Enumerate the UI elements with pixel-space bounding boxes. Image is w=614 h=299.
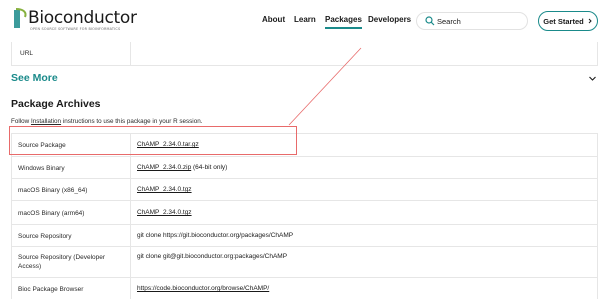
instructions-text-before: Follow <box>11 118 31 125</box>
search-box[interactable] <box>416 12 528 30</box>
archive-row-label: Windows Binary <box>18 165 65 172</box>
archive-row-label: Source Repository (Developer Access) <box>18 254 106 270</box>
archive-row-label: Source Repository <box>18 233 72 240</box>
details-row-url: URL <box>11 42 598 66</box>
archives-table: Source Package ChAMP_2.34.0.tar.gz Windo… <box>11 133 598 299</box>
archive-key-cell: Source Repository (Developer Access) <box>12 247 131 277</box>
archive-row-windows-binary: Windows Binary ChAMP_2.34.0.zip (64-bit … <box>11 157 598 179</box>
archive-row-value: ChAMP_2.34.0.tgz <box>137 186 192 193</box>
archives-instructions: Follow Installation instructions to use … <box>11 118 202 125</box>
archive-row-label: Bioc Package Browser <box>18 286 84 293</box>
annotation-highlight-box <box>9 126 297 155</box>
nav-developers[interactable]: Developers <box>368 15 411 24</box>
archive-row-value: ChAMP_2.34.0.zip (64-bit only) <box>137 164 227 171</box>
chevron-right-icon <box>588 18 592 24</box>
logo-text: Bioconductor <box>28 8 137 28</box>
package-browser-link[interactable]: https://code.bioconductor.org/browse/ChA… <box>137 285 269 292</box>
package-archives-title: Package Archives <box>11 98 101 110</box>
get-started-button[interactable]: Get Started <box>538 11 598 31</box>
nav-about[interactable]: About <box>262 15 285 24</box>
macos-arm64-link[interactable]: ChAMP_2.34.0.tgz <box>137 209 192 216</box>
archive-key-cell: Bioc Package Browser <box>12 278 131 299</box>
nav-learn[interactable]: Learn <box>294 15 316 24</box>
archive-row-macos-arm64: macOS Binary (arm64) ChAMP_2.34.0.tgz <box>11 201 598 225</box>
archive-key-cell: Source Repository <box>12 225 131 246</box>
bioconductor-logo[interactable]: Bioconductor OPEN SOURCE SOFTWARE FOR BI… <box>11 7 137 33</box>
windows-binary-link[interactable]: ChAMP_2.34.0.zip <box>137 164 191 171</box>
nav-packages[interactable]: Packages <box>325 15 362 29</box>
chevron-down-icon[interactable] <box>588 74 597 83</box>
see-more-toggle[interactable]: See More <box>11 72 58 84</box>
archive-row-package-browser: Bioc Package Browser https://code.biocon… <box>11 278 598 299</box>
get-started-label: Get Started <box>543 16 584 26</box>
archive-row-label: macOS Binary (x86_64) <box>18 187 88 194</box>
archive-row-macos-x86: macOS Binary (x86_64) ChAMP_2.34.0.tgz <box>11 179 598 201</box>
archive-row-source-repository: Source Repository git clone https://git.… <box>11 225 598 247</box>
instructions-text-after: instructions to use this package in your… <box>61 118 203 125</box>
site-header: Bioconductor OPEN SOURCE SOFTWARE FOR BI… <box>0 0 614 40</box>
source-repository-dev-command: git clone git@git.bioconductor.org:packa… <box>137 253 288 260</box>
installation-link[interactable]: Installation <box>31 118 61 125</box>
details-key-cell: URL <box>12 42 131 65</box>
archive-row-value: ChAMP_2.34.0.tgz <box>137 209 192 216</box>
windows-binary-note: (64-bit only) <box>191 164 228 171</box>
archive-key-cell: macOS Binary (arm64) <box>12 201 131 224</box>
source-repository-command: git clone https://git.bioconductor.org/p… <box>137 232 294 239</box>
url-label: URL <box>20 50 34 57</box>
archive-key-cell: Windows Binary <box>12 157 131 178</box>
archive-key-cell: macOS Binary (x86_64) <box>12 179 131 200</box>
macos-x86-link[interactable]: ChAMP_2.34.0.tgz <box>137 186 192 193</box>
search-input[interactable] <box>437 15 522 27</box>
archive-row-value: https://code.bioconductor.org/browse/ChA… <box>137 285 269 292</box>
archive-row-label: macOS Binary (arm64) <box>18 210 85 217</box>
search-icon <box>425 16 435 26</box>
logo-tagline: OPEN SOURCE SOFTWARE FOR BIOINFORMATICS <box>30 27 121 31</box>
archive-row-source-repository-dev: Source Repository (Developer Access) git… <box>11 247 598 278</box>
